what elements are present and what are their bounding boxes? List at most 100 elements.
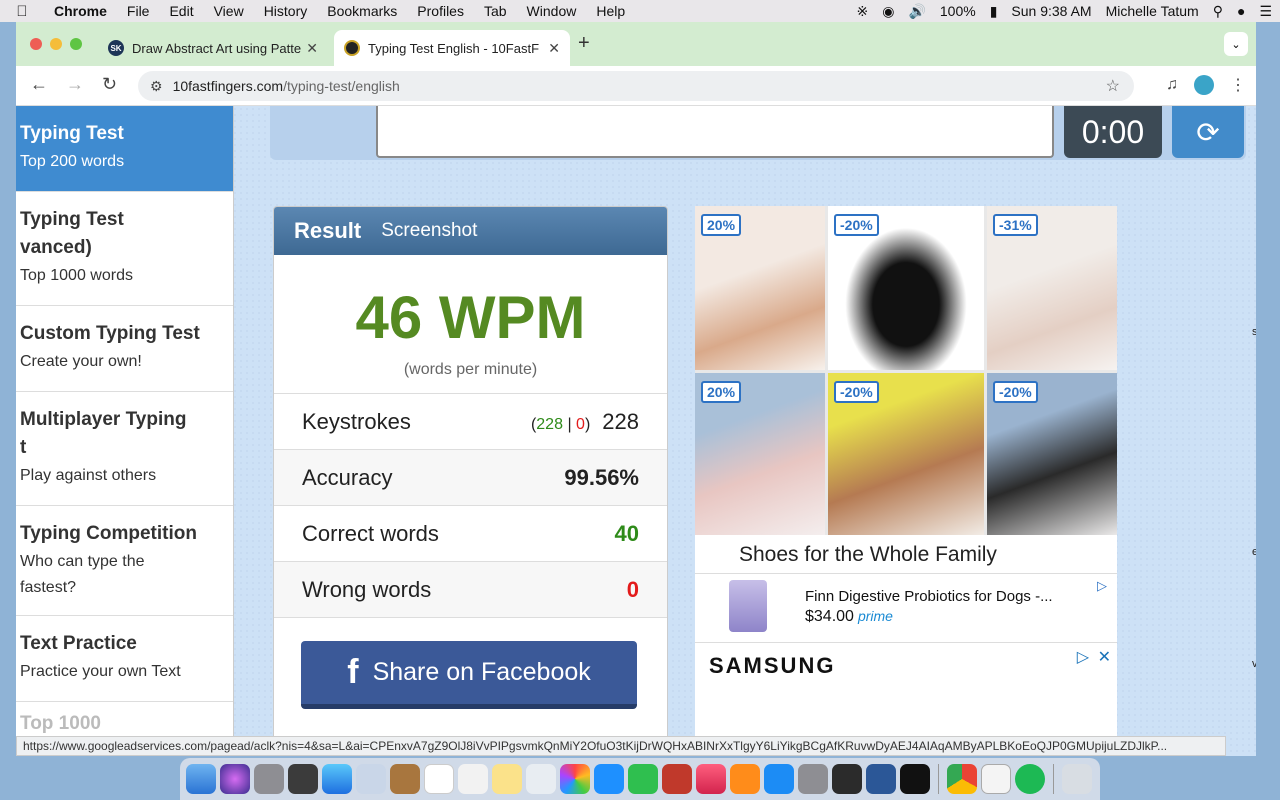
- sidebar-item-title: Typing Test: [20, 209, 124, 230]
- share-facebook-button[interactable]: f Share on Facebook: [301, 641, 637, 709]
- sidebar-item-multiplayer-typing-test[interactable]: Multiplayer Typing t Play against others: [16, 392, 233, 506]
- forward-arrow-icon[interactable]: →: [66, 74, 84, 95]
- tab-search-chevron-icon[interactable]: ⌄: [1224, 32, 1248, 56]
- tab-close-icon[interactable]: ✕: [306, 40, 318, 57]
- address-bar[interactable]: ⚙ 10fastfingers.com/typing-test/english …: [138, 71, 1134, 101]
- product-image: [729, 580, 767, 632]
- music-icon[interactable]: [696, 764, 726, 794]
- document-icon[interactable]: [981, 764, 1011, 794]
- clock[interactable]: Sun 9:38 AM: [1011, 3, 1091, 19]
- menu-window[interactable]: Window: [517, 3, 587, 19]
- user-name[interactable]: Michelle Tatum: [1106, 3, 1199, 19]
- facetime-icon[interactable]: [628, 764, 658, 794]
- safari-icon[interactable]: [322, 764, 352, 794]
- product-ad[interactable]: Finn Digestive Probiotics for Dogs -... …: [695, 573, 1117, 643]
- battery-icon[interactable]: ▮: [990, 3, 998, 20]
- final-cut-icon[interactable]: [832, 764, 862, 794]
- sidebar-item-text-practice[interactable]: Text Practice Practice your own Text: [16, 616, 233, 702]
- sidebar-item-advanced-typing-test[interactable]: Typing Test vanced) Top 1000 words: [16, 192, 233, 306]
- typing-input[interactable]: [376, 106, 1054, 158]
- bluetooth-icon[interactable]: ※: [856, 3, 868, 20]
- calendar-icon[interactable]: [424, 764, 454, 794]
- macos-dock: [180, 758, 1100, 800]
- bookmark-star-icon[interactable]: ☆: [1106, 76, 1120, 96]
- messages-icon[interactable]: [594, 764, 624, 794]
- tab-result[interactable]: Result: [294, 218, 361, 244]
- keystrokes-close-paren: ): [584, 415, 591, 433]
- advertisement[interactable]: ▷ 20% -20% -31% 20% -20% -20% Shoes for …: [695, 206, 1117, 756]
- sidebar-item-typing-test[interactable]: Typing Test Top 200 words: [16, 106, 233, 192]
- close-ad-icon[interactable]: ✕: [1098, 647, 1111, 667]
- menu-view[interactable]: View: [204, 3, 254, 19]
- volume-icon[interactable]: 🔊: [908, 3, 925, 20]
- shoe-image[interactable]: -31%: [987, 206, 1117, 370]
- shoe-image[interactable]: -20%: [828, 206, 984, 370]
- tab-typing-test[interactable]: Typing Test English - 10FastF ✕: [334, 30, 570, 66]
- media-control-icon[interactable]: ♫: [1166, 76, 1178, 94]
- wifi-icon[interactable]: ◉: [882, 3, 894, 20]
- menu-edit[interactable]: Edit: [159, 3, 203, 19]
- trash-icon[interactable]: [1062, 764, 1092, 794]
- shoe-image[interactable]: -20%: [828, 373, 984, 535]
- apple-menu-icon[interactable]: : [0, 3, 44, 20]
- reload-icon[interactable]: ↻: [102, 74, 117, 95]
- menu-bookmarks[interactable]: Bookmarks: [317, 3, 407, 19]
- sidebar-item-title-line2: vanced): [20, 237, 92, 258]
- photos-icon[interactable]: [560, 764, 590, 794]
- tab-screenshot[interactable]: Screenshot: [381, 220, 477, 242]
- restart-button[interactable]: ⟳: [1172, 106, 1244, 158]
- shoe-image[interactable]: 20%: [695, 373, 825, 535]
- menu-file[interactable]: File: [117, 3, 160, 19]
- zoom-window-button[interactable]: [70, 38, 82, 50]
- photo-booth-icon[interactable]: [662, 764, 692, 794]
- notes-icon[interactable]: [492, 764, 522, 794]
- shoe-image[interactable]: -20%: [987, 373, 1117, 535]
- launchpad-icon[interactable]: [254, 764, 284, 794]
- control-center-icon[interactable]: ☰: [1259, 3, 1272, 20]
- adchoices-icon[interactable]: ▷: [1097, 578, 1113, 594]
- minimize-window-button[interactable]: [50, 38, 62, 50]
- adchoices-icon[interactable]: ▷: [1077, 647, 1089, 667]
- tab-close-icon[interactable]: ✕: [548, 40, 560, 57]
- preview-icon[interactable]: [356, 764, 386, 794]
- product-name: Finn Digestive Probiotics for Dogs -...: [805, 588, 1053, 605]
- sidebar-item-custom-typing-test[interactable]: Custom Typing Test Create your own!: [16, 306, 233, 392]
- back-arrow-icon[interactable]: ←: [30, 74, 48, 95]
- keystrokes-label: Keystrokes: [302, 408, 411, 434]
- siri-icon[interactable]: ●: [1237, 3, 1245, 19]
- maps-icon[interactable]: [526, 764, 556, 794]
- result-header: Result Screenshot: [274, 207, 667, 255]
- reminders-icon[interactable]: [458, 764, 488, 794]
- tab-draw-abstract-art[interactable]: SK Draw Abstract Art using Patte ✕: [98, 30, 328, 66]
- chrome-icon[interactable]: [947, 764, 977, 794]
- battery-percent[interactable]: 100%: [940, 3, 976, 19]
- menu-profiles[interactable]: Profiles: [407, 3, 474, 19]
- system-preferences-icon[interactable]: [798, 764, 828, 794]
- spotify-icon[interactable]: [1015, 764, 1045, 794]
- sidebar-item-typing-competition[interactable]: Typing Competition Who can type the fast…: [16, 506, 233, 616]
- terminal-icon[interactable]: [900, 764, 930, 794]
- finder-icon[interactable]: [186, 764, 216, 794]
- mission-control-icon[interactable]: [288, 764, 318, 794]
- siri-icon[interactable]: [220, 764, 250, 794]
- table-row-wrong-words: Wrong words 0: [274, 562, 667, 618]
- books-icon[interactable]: [730, 764, 760, 794]
- profile-avatar[interactable]: [1194, 75, 1214, 95]
- contacts-icon[interactable]: [390, 764, 420, 794]
- menu-tab[interactable]: Tab: [474, 3, 517, 19]
- chrome-menu-icon[interactable]: ⋮: [1230, 75, 1246, 95]
- app-store-icon[interactable]: [764, 764, 794, 794]
- spotlight-search-icon[interactable]: ⚲: [1213, 3, 1223, 20]
- samsung-ad[interactable]: SAMSUNG ▷ ✕: [695, 643, 1117, 723]
- shoe-image[interactable]: 20%: [695, 206, 825, 370]
- menu-help[interactable]: Help: [586, 3, 635, 19]
- sidebar-item-title: Top 1000: [20, 713, 101, 734]
- menu-app-name[interactable]: Chrome: [44, 3, 117, 19]
- word-icon[interactable]: [866, 764, 896, 794]
- ad-headline[interactable]: Shoes for the Whole Family: [695, 535, 1117, 573]
- site-info-icon[interactable]: ⚙: [150, 78, 163, 95]
- close-window-button[interactable]: [30, 38, 42, 50]
- menu-history[interactable]: History: [254, 3, 318, 19]
- sidebar-item-title: Custom Typing Test: [20, 323, 200, 344]
- new-tab-icon[interactable]: +: [578, 32, 590, 55]
